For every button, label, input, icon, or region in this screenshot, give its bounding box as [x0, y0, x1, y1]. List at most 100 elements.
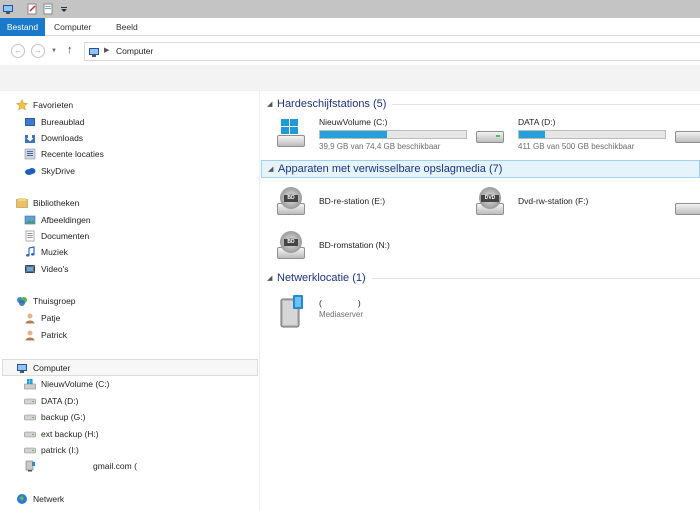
drive-tile-f[interactable]: DVD Dvd-rw-station (F:): [474, 183, 654, 227]
nav-item-label: NieuwVolume (C:): [41, 379, 110, 389]
nav-item-label: Bureaublad: [41, 117, 85, 127]
network-drive-icon: [24, 460, 36, 472]
back-button[interactable]: ←: [11, 44, 25, 58]
nav-item-label: ext backup (H:): [41, 429, 99, 439]
hard-drive-icon: [24, 395, 36, 407]
drive-tile-partial-removable[interactable]: [673, 183, 700, 227]
nav-item-label: Downloads: [41, 133, 84, 143]
nav-item-videos[interactable]: Video's: [24, 261, 68, 277]
nav-item-drive-d[interactable]: DATA (D:): [24, 393, 78, 409]
network-location-name-suffix: ): [357, 298, 361, 308]
nav-item-muziek[interactable]: Muziek: [24, 244, 68, 260]
nav-homegroup[interactable]: Thuisgroep: [16, 293, 76, 309]
window-icon[interactable]: [1, 2, 15, 16]
drive-usage-bar: [518, 130, 666, 139]
collapse-chevron-icon[interactable]: ◢: [268, 165, 278, 173]
breadcrumb-computer[interactable]: Computer: [116, 46, 153, 56]
drive-tile-c[interactable]: NieuwVolume (C:) 39,9 GB van 74,4 GB bes…: [275, 115, 475, 159]
nav-item-label: Patje: [41, 313, 61, 323]
nav-item-patrick[interactable]: Patrick: [24, 327, 67, 343]
user-icon: [24, 312, 36, 324]
dvd-badge: DVD: [481, 195, 499, 202]
nav-item-label: Patrick: [41, 330, 67, 340]
up-button[interactable]: ↑: [67, 44, 73, 56]
nav-item-afbeeldingen[interactable]: Afbeeldingen: [24, 212, 91, 228]
drive-tile-partial[interactable]: [673, 115, 700, 159]
nav-network[interactable]: Netwerk: [16, 491, 64, 507]
drive-usage-fill: [320, 131, 388, 138]
nav-item-recente-locaties[interactable]: Recente locaties: [24, 146, 104, 162]
toolbar-strip: [0, 65, 700, 91]
group-divider: [508, 169, 699, 170]
bd-badge: BD: [284, 195, 298, 202]
nav-libraries[interactable]: Bibliotheken: [16, 195, 79, 211]
recent-locations-icon: [24, 148, 36, 160]
user-icon: [24, 329, 36, 341]
nav-item-bureaublad[interactable]: Bureaublad: [24, 114, 84, 130]
nav-item-documenten[interactable]: Documenten: [24, 228, 89, 244]
homegroup-icon: [16, 295, 28, 307]
properties-icon[interactable]: [25, 2, 39, 16]
network-location-name: (): [319, 298, 361, 308]
removable-drive-icon: [673, 185, 700, 219]
breadcrumb-separator-icon[interactable]: ▶: [104, 46, 109, 54]
hard-drive-icon: [24, 411, 36, 423]
tab-computer[interactable]: Computer: [47, 18, 98, 36]
group-title: Hardeschijfstations (5): [277, 98, 387, 110]
collapse-chevron-icon[interactable]: ◢: [267, 100, 277, 108]
nav-computer[interactable]: Computer: [16, 360, 70, 376]
network-location-type: Mediaserver: [319, 310, 364, 319]
nav-item-drive-i[interactable]: patrick (I:): [24, 442, 79, 458]
nav-item-patje[interactable]: Patje: [24, 310, 60, 326]
new-folder-icon[interactable]: [41, 2, 55, 16]
nav-item-label: DATA (D:): [41, 396, 79, 406]
tab-beeld[interactable]: Beeld: [109, 18, 145, 36]
tab-bestand[interactable]: Bestand: [0, 18, 45, 36]
network-location-tile[interactable]: () Mediaserver: [275, 291, 475, 335]
nav-item-skydrive[interactable]: SkyDrive: [24, 163, 75, 179]
address-field[interactable]: ▶ Computer: [84, 42, 700, 61]
bd-drive-icon: BD: [275, 185, 309, 219]
group-header-network[interactable]: ◢ Netwerklocatie (1): [261, 269, 700, 287]
ribbon-tabs: Bestand Computer Beeld: [0, 18, 700, 36]
nav-item-drive-g[interactable]: backup (G:): [24, 409, 85, 425]
address-bar: ← → ▼ ↑ ▶ Computer: [0, 36, 700, 65]
recent-locations-icon[interactable]: ▼: [51, 48, 57, 54]
drive-tile-e[interactable]: BD BD-re-station (E:): [275, 183, 455, 227]
nav-network-label: Netwerk: [33, 494, 65, 504]
group-header-hard-drives[interactable]: ◢ Hardeschijfstations (5): [261, 95, 700, 113]
bd-drive-icon: BD: [275, 229, 309, 263]
group-header-removable[interactable]: ◢ Apparaten met verwisselbare opslagmedi…: [261, 160, 700, 178]
group-title: Apparaten met verwisselbare opslagmedia …: [278, 163, 503, 175]
nav-item-label: SkyDrive: [41, 166, 76, 176]
network-icon: [16, 493, 28, 505]
nav-item-drive-c[interactable]: NieuwVolume (C:): [24, 376, 110, 392]
nav-libraries-label: Bibliotheken: [33, 198, 80, 208]
forward-button[interactable]: →: [31, 44, 45, 58]
desktop-icon: [24, 116, 36, 128]
drive-usage-bar: [319, 130, 467, 139]
nav-item-downloads[interactable]: Downloads: [24, 130, 83, 146]
nav-item-drive-h[interactable]: ext backup (H:): [24, 426, 99, 442]
drive-tile-d[interactable]: DATA (D:) 411 GB van 500 GB beschikbaar: [474, 115, 679, 159]
group-divider: [371, 277, 700, 279]
bd-badge: BD: [284, 239, 298, 246]
nav-item-label: backup (G:): [41, 412, 86, 422]
customize-toolbar-icon[interactable]: [57, 2, 71, 16]
nav-item-label: patrick (I:): [41, 445, 79, 455]
nav-item-label: Muziek: [41, 247, 68, 257]
drive-name: DATA (D:): [518, 117, 556, 127]
drive-name: BD-romstation (N:): [319, 240, 390, 250]
windows-drive-icon: [24, 378, 36, 390]
windows-drive-icon: [275, 117, 309, 151]
nav-item-label: Video's: [41, 264, 69, 274]
drive-tile-n[interactable]: BD BD-romstation (N:): [275, 227, 455, 271]
nav-favorites[interactable]: Favorieten: [15, 97, 73, 113]
drive-usage-fill: [519, 131, 546, 138]
nav-item-network-share[interactable]: gmail.com (: [24, 458, 137, 474]
network-location-name-prefix: (: [319, 298, 322, 308]
computer-icon: [16, 362, 28, 374]
drive-name: BD-re-station (E:): [319, 196, 386, 206]
collapse-chevron-icon[interactable]: ◢: [267, 274, 277, 282]
nav-computer-label: Computer: [33, 363, 71, 373]
